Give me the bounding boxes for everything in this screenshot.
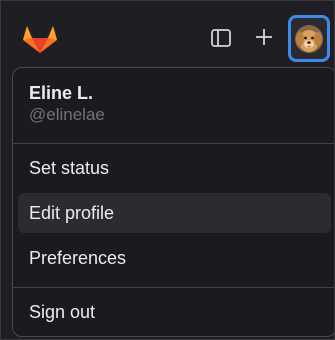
edit-profile-menu-item[interactable]: Edit profile <box>18 193 331 233</box>
sidebar-toggle-button[interactable] <box>210 27 232 49</box>
app-window: Eline L. @elinelae Set status Edit profi… <box>0 0 335 340</box>
menu-item-label: Sign out <box>29 301 96 322</box>
avatar <box>295 24 323 53</box>
set-status-menu-item[interactable]: Set status <box>18 148 331 188</box>
new-item-button[interactable] <box>253 25 275 49</box>
user-avatar-button[interactable] <box>288 15 330 62</box>
sidebar-panel-icon <box>211 29 231 47</box>
gitlab-logo-icon[interactable] <box>21 24 59 54</box>
menu-item-label: Set status <box>29 157 110 178</box>
user-info[interactable]: Eline L. @elinelae <box>29 82 319 126</box>
user-name: Eline L. <box>29 83 94 103</box>
sign-out-menu-item[interactable]: Sign out <box>18 292 331 332</box>
menu-divider <box>13 287 334 288</box>
menu-item-label: Preferences <box>29 247 127 268</box>
user-menu-dropdown: Eline L. @elinelae Set status Edit profi… <box>12 67 334 337</box>
top-bar <box>1 1 334 69</box>
plus-icon <box>256 29 272 45</box>
dog-avatar-icon <box>295 24 323 53</box>
user-handle: @elinelae <box>29 105 105 124</box>
menu-divider <box>13 143 334 144</box>
preferences-menu-item[interactable]: Preferences <box>18 238 331 278</box>
menu-item-label: Edit profile <box>29 202 115 223</box>
